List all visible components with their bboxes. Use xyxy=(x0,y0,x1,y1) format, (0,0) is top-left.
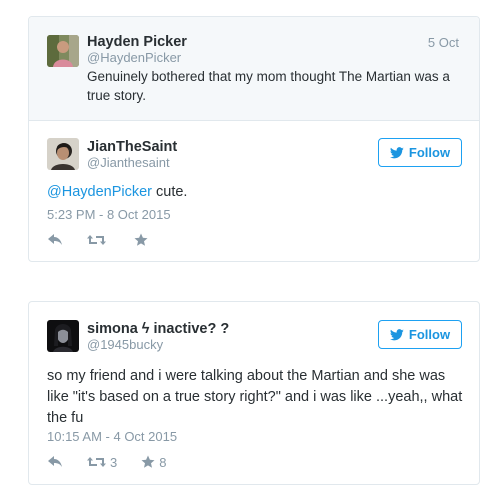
quoted-date[interactable]: 5 Oct xyxy=(428,35,459,50)
tweet-text-body: cute. xyxy=(151,184,188,200)
bird-icon xyxy=(389,146,404,159)
retweet-icon xyxy=(87,233,106,247)
tweet-text: so my friend and i were talking about th… xyxy=(47,368,463,426)
reply-button[interactable] xyxy=(47,233,63,247)
tweet-actions xyxy=(47,231,176,249)
author-name[interactable]: simona ϟ inactive? ? xyxy=(87,321,229,337)
tweet-timestamp[interactable]: 5:23 PM - 8 Oct 2015 xyxy=(47,207,171,222)
like-button[interactable]: 8 xyxy=(141,455,166,470)
avatar-hayden[interactable] xyxy=(47,35,79,67)
follow-button[interactable]: Follow xyxy=(378,138,462,167)
bird-icon xyxy=(389,328,404,341)
tweet-card-jianthesaint: Hayden Picker @HaydenPicker 5 Oct Genuin… xyxy=(28,16,480,262)
tweet-text: @HaydenPicker cute. xyxy=(47,182,467,203)
tweet-actions: 3 8 xyxy=(47,453,190,471)
retweet-button[interactable] xyxy=(87,233,110,247)
reply-icon xyxy=(47,455,63,469)
tweet-card-simona: simona ϟ inactive? ? @1945bucky Follow s… xyxy=(28,301,480,485)
quoted-tweet[interactable]: Hayden Picker @HaydenPicker 5 Oct Genuin… xyxy=(29,17,479,121)
retweet-icon xyxy=(87,455,106,469)
reply-icon xyxy=(47,233,63,247)
follow-label: Follow xyxy=(408,145,451,160)
author-handle[interactable]: @Jianthesaint xyxy=(87,155,170,170)
like-count: 8 xyxy=(159,454,167,470)
retweet-count: 3 xyxy=(110,454,118,470)
quoted-text: Genuinely bothered that my mom thought T… xyxy=(87,69,450,103)
avatar-simona[interactable] xyxy=(47,320,79,352)
reply-button[interactable] xyxy=(47,455,63,469)
tweet-timestamp[interactable]: 10:15 AM - 4 Oct 2015 xyxy=(47,429,177,444)
mention-link[interactable]: @HaydenPicker xyxy=(47,184,152,200)
author-name[interactable]: JianTheSaint xyxy=(87,139,177,155)
quoted-author-name[interactable]: Hayden Picker xyxy=(87,34,187,50)
like-icon xyxy=(134,233,148,247)
like-button[interactable] xyxy=(134,233,152,247)
like-icon xyxy=(141,455,155,469)
follow-button[interactable]: Follow xyxy=(378,320,462,349)
retweet-button[interactable]: 3 xyxy=(87,455,117,470)
avatar-jianthesaint[interactable] xyxy=(47,138,79,170)
quoted-author-handle[interactable]: @HaydenPicker xyxy=(87,50,181,65)
follow-label: Follow xyxy=(408,327,451,342)
author-handle[interactable]: @1945bucky xyxy=(87,337,163,352)
